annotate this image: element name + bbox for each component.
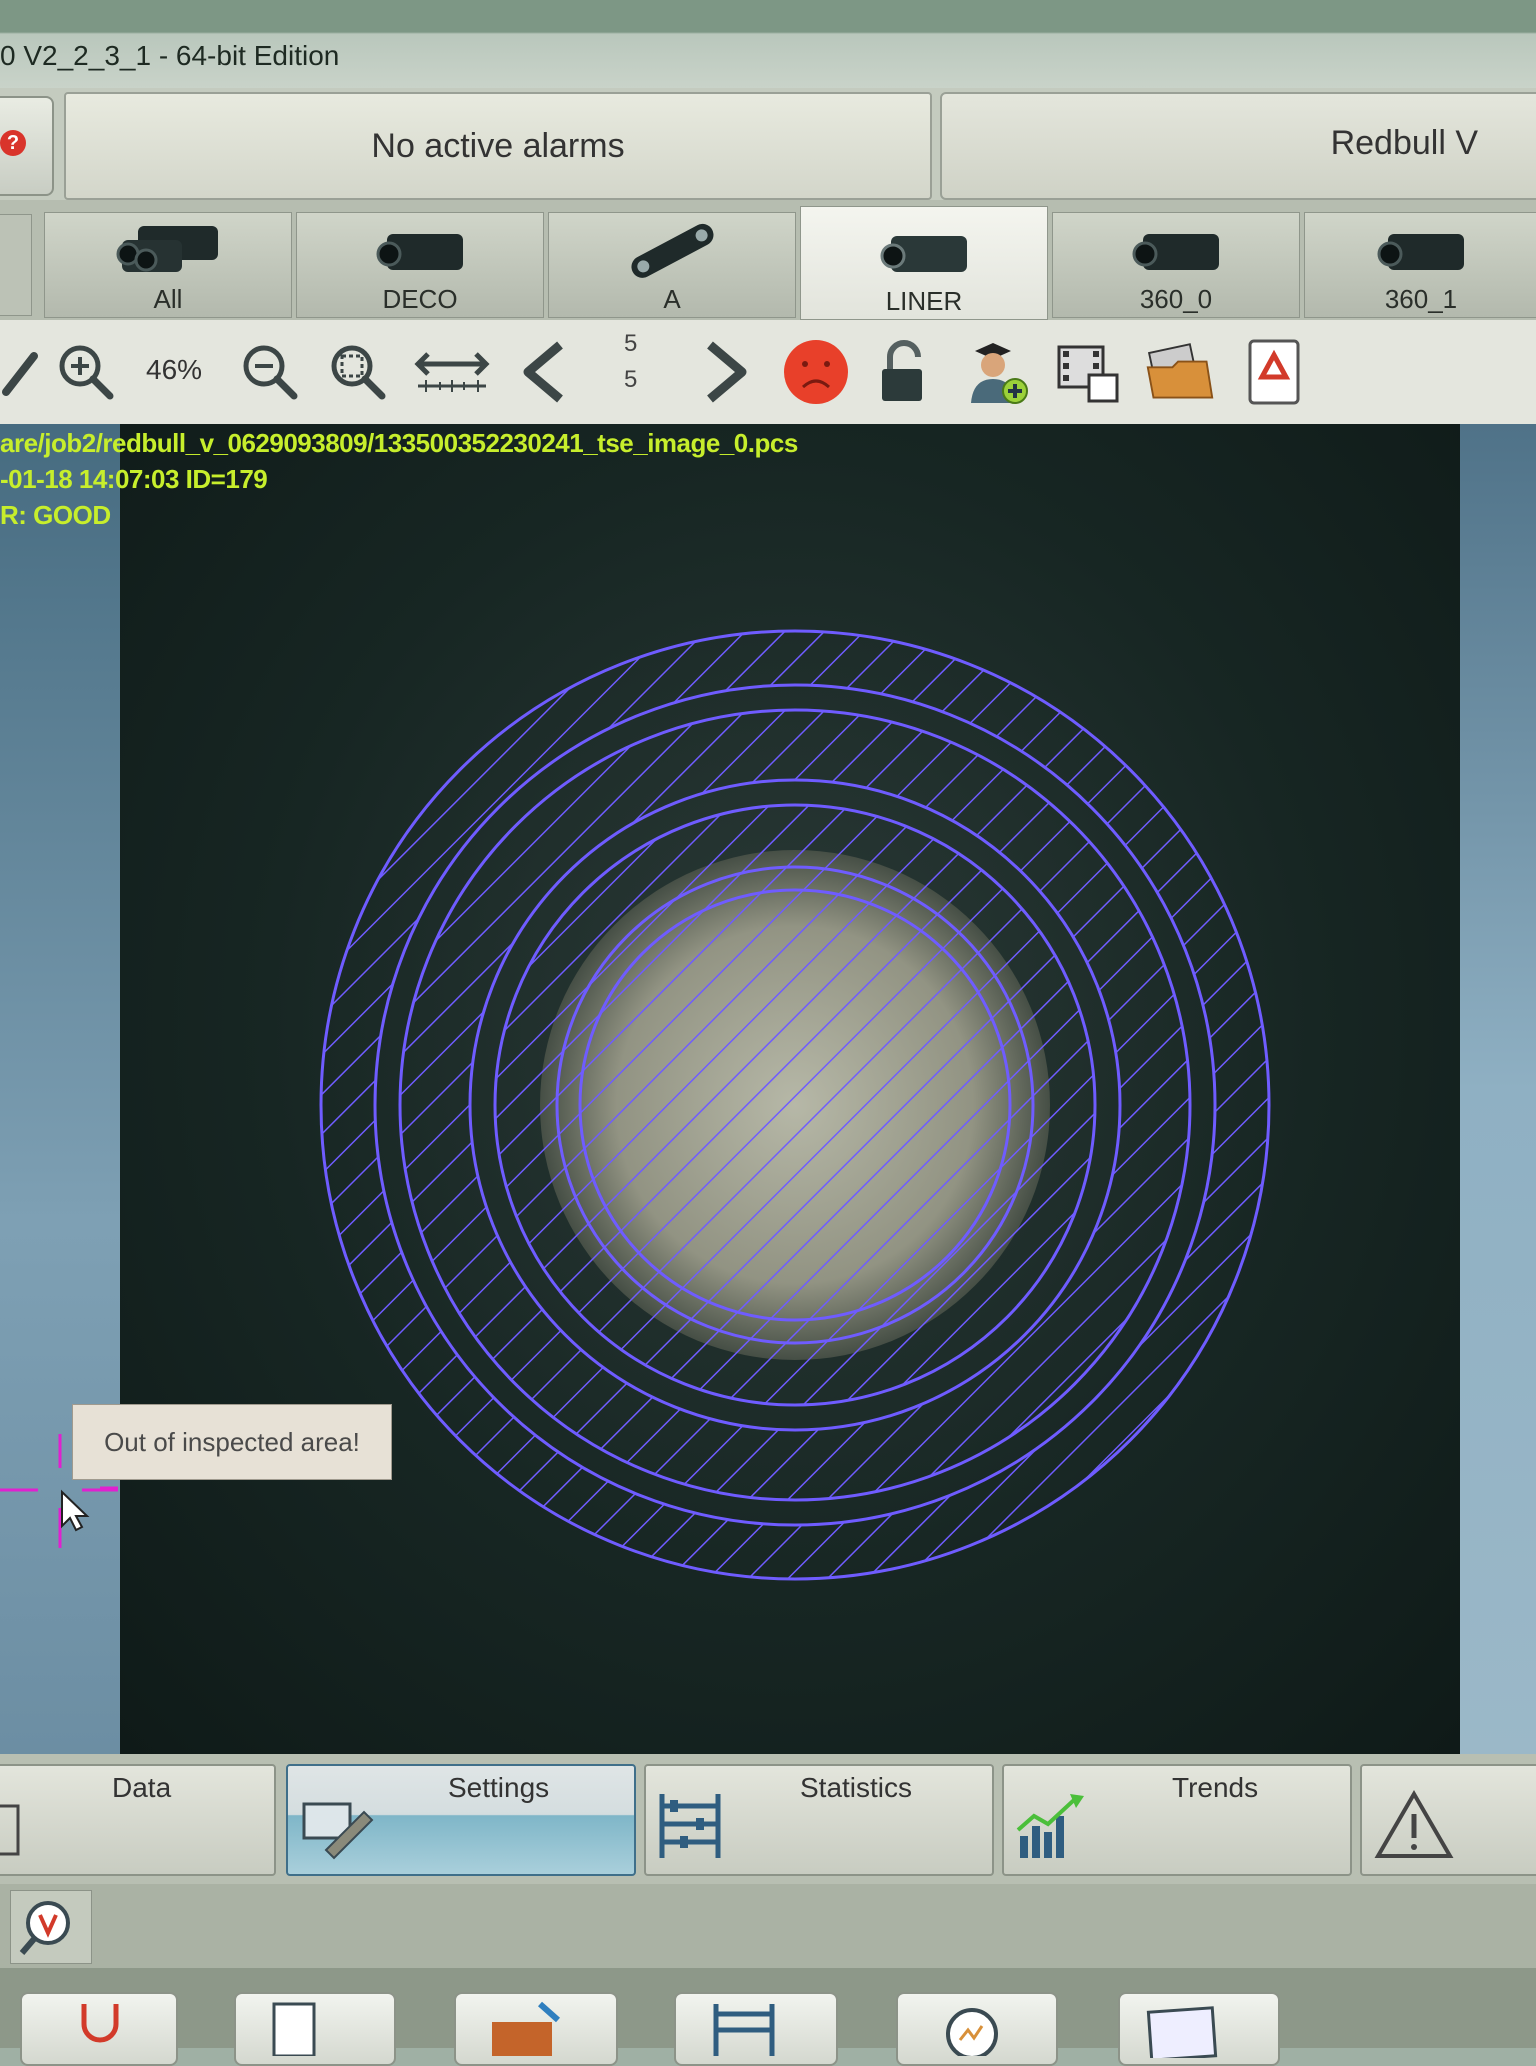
diagnostics-button[interactable] [10, 1890, 92, 1964]
page-current: 5 [624, 330, 638, 357]
tab-label: Trends [1172, 1772, 1259, 1803]
camera-tab-label: 360_0 [1139, 284, 1213, 314]
tab-label: Data [112, 1772, 172, 1803]
camera-icon [1132, 234, 1219, 270]
camera-icon [1377, 234, 1464, 270]
image-file-path: are/job2/redbull_v_0629093809/1335003522… [0, 428, 798, 458]
tab-settings[interactable]: Settings [286, 1764, 636, 1876]
status-row [0, 1884, 1536, 1968]
camera-scroll-left[interactable] [0, 214, 32, 316]
folder-icon [1146, 343, 1214, 399]
tab-data[interactable]: Data [0, 1764, 276, 1876]
nav-statistics-button[interactable] [674, 1992, 838, 2066]
camera-icon [880, 236, 967, 272]
camera-tab-all[interactable]: All [44, 212, 292, 318]
trend-chart-icon [1016, 1794, 1084, 1858]
camera-tab-deco[interactable]: DECO [296, 212, 544, 318]
camera-tab-360-1[interactable]: 360_1 [1304, 212, 1536, 318]
inspection-result-button[interactable] [780, 336, 852, 408]
user-add-icon [971, 343, 1028, 404]
camera-tab-liner[interactable]: LINER [800, 206, 1048, 320]
image-timestamp-id: -01-18 14:07:03 ID=179 [0, 464, 268, 494]
report-icon [1146, 2006, 1218, 2058]
zoom-out-button[interactable] [234, 336, 306, 408]
nav-recipes-button[interactable] [234, 1992, 396, 2066]
zoom-width-button[interactable] [412, 336, 492, 408]
unlock-button[interactable] [868, 336, 940, 408]
zoom-in-icon [59, 345, 114, 400]
viewer-left-margin [0, 424, 130, 1754]
save-image-button[interactable] [1052, 336, 1124, 408]
zoom-out-icon [243, 345, 298, 400]
camera-tab-a[interactable]: A [548, 212, 796, 318]
camera-tab-label: All [153, 284, 183, 314]
warning-icon [1374, 1790, 1454, 1858]
chevron-left-icon [523, 341, 563, 403]
sad-face-icon [784, 340, 848, 404]
tab-trends[interactable]: Trends [1002, 1764, 1352, 1876]
help-icon: ? [0, 130, 26, 156]
title-bar: 0 V2_2_3_1 - 64-bit Edition [0, 0, 1536, 88]
camera-tab-360-0[interactable]: 360_0 [1052, 212, 1300, 318]
inspection-image-viewer[interactable] [58, 424, 1460, 1754]
tab-label: Statistics [800, 1772, 913, 1803]
job-name: Redbull V [1330, 124, 1478, 162]
pencil-icon [2, 352, 38, 396]
nav-tools-button[interactable] [454, 1992, 618, 2066]
magnifier-v-icon [19, 1901, 70, 1955]
nav-gauge-button[interactable] [896, 1992, 1058, 2066]
tab-statistics[interactable]: Statistics [644, 1764, 994, 1876]
next-image-button[interactable] [690, 336, 762, 408]
recycle-button[interactable] [1238, 336, 1310, 408]
tooltip: Out of inspected area! [72, 1404, 392, 1480]
camera-tab-label: DECO [382, 284, 458, 314]
unlock-icon [882, 340, 922, 401]
open-folder-button[interactable] [1144, 336, 1216, 408]
page-total: 5 [624, 366, 638, 393]
tab-label: Settings [448, 1772, 550, 1803]
conveyor-icon [631, 223, 714, 278]
zoom-in-button[interactable] [50, 336, 122, 408]
nav-report-button[interactable] [1118, 1992, 1280, 2066]
camera-icon [376, 234, 463, 270]
document-icon [0, 1804, 20, 1856]
liner-inspection-overlay [120, 424, 1460, 1754]
camera-tab-label: A [663, 284, 681, 314]
zoom-fit-button[interactable] [322, 336, 394, 408]
help-button[interactable]: ? [0, 96, 54, 196]
add-user-button[interactable] [960, 336, 1032, 408]
chevron-right-icon [707, 341, 747, 403]
previous-image-button[interactable] [508, 336, 580, 408]
settings-icon [302, 1802, 374, 1860]
measure-tool-button[interactable] [0, 336, 52, 408]
dual-camera-icon [116, 226, 218, 272]
zoom-fit-icon [331, 345, 386, 400]
camera-tab-label: 360_1 [1384, 284, 1458, 314]
film-save-icon [1057, 345, 1119, 403]
zoom-level: 46% [146, 354, 203, 385]
recycle-icon [1248, 339, 1300, 405]
tab-alarms[interactable] [1360, 1764, 1536, 1876]
abacus-icon [659, 1794, 721, 1858]
job-selector[interactable]: Redbull V [940, 92, 1536, 200]
nav-diagnostics-button[interactable] [20, 1992, 178, 2066]
fit-width-icon [414, 352, 490, 392]
alarm-status[interactable]: No active alarms [64, 92, 932, 200]
viewer-right-margin [1458, 424, 1536, 1754]
inspection-result: R: GOOD [0, 500, 111, 530]
camera-tab-label: LINER [885, 286, 963, 316]
window-title: 0 V2_2_3_1 - 64-bit Edition [0, 40, 340, 71]
